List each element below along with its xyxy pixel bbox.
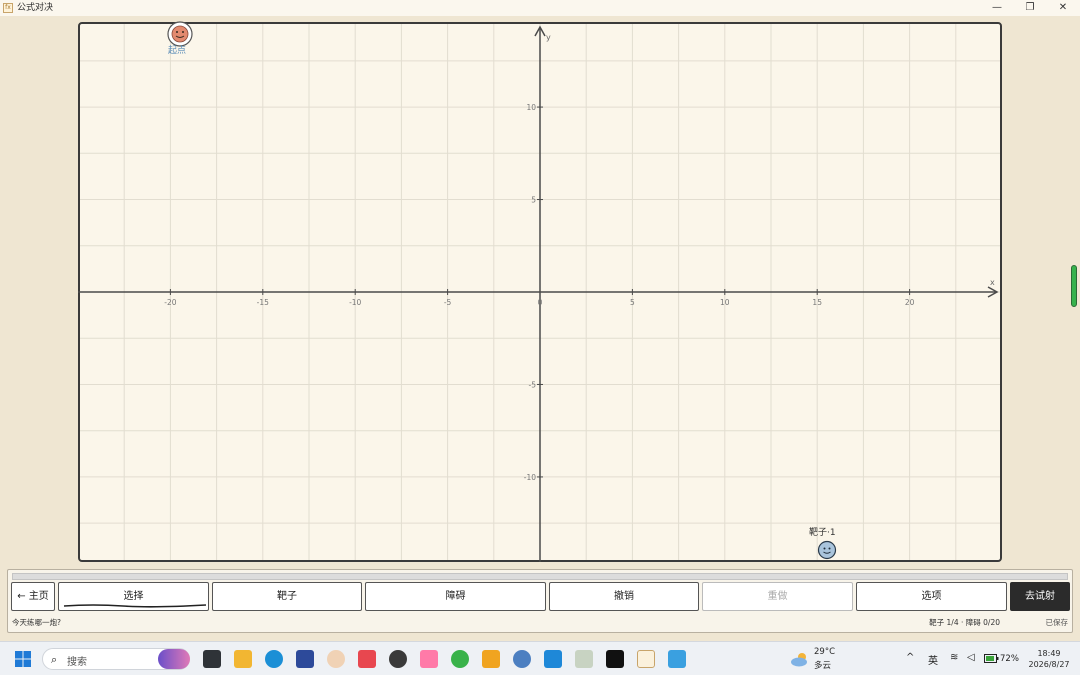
x-tick-label: 0: [538, 298, 543, 307]
obstacle-tool-button[interactable]: 障碍: [365, 582, 546, 611]
clock-time: 18:49: [1037, 649, 1061, 658]
select-tool-label: 选择: [123, 591, 144, 602]
notepad-icon[interactable]: [668, 650, 686, 668]
x-tick-label: -15: [257, 298, 269, 307]
active-underline: [63, 604, 206, 608]
y-tick-label: 5: [531, 196, 536, 205]
options-button[interactable]: 选项: [856, 582, 1007, 611]
chevron-up-icon[interactable]: ^: [906, 652, 914, 663]
browser-e-icon[interactable]: [451, 650, 469, 668]
bilibili-icon[interactable]: [420, 650, 438, 668]
y-tick-label: -10: [524, 473, 536, 482]
search-placeholder: 搜索: [67, 657, 87, 668]
select-tool-button[interactable]: 选择: [58, 582, 209, 611]
x-tick-label: 20: [905, 298, 915, 307]
y-axis-label: y: [546, 33, 551, 42]
clock[interactable]: 18:49 2026/8/27: [1024, 648, 1074, 670]
window-title: 公式对决: [17, 3, 54, 13]
x-tick-label: 5: [630, 298, 635, 307]
vscode-icon[interactable]: [544, 650, 562, 668]
title-bar: fx 公式对决 — ❐ ✕: [0, 0, 1080, 16]
x-tick-label: -5: [444, 298, 452, 307]
board[interactable]: x y -20 -15 -10 -5 0 5 10 15 20 10 5 -5 -10: [78, 22, 1002, 562]
battery-percent: 72%: [1000, 654, 1019, 664]
formula-strip[interactable]: [12, 573, 1068, 580]
side-scroll-handle[interactable]: [1071, 265, 1077, 307]
undo-button[interactable]: 撤销: [549, 582, 699, 611]
widgets-search-art-icon[interactable]: [158, 649, 190, 669]
start-icon[interactable]: [14, 650, 32, 668]
avatar-app-icon[interactable]: [327, 650, 345, 668]
minimize-icon[interactable]: —: [980, 0, 1014, 16]
dev-app-icon[interactable]: [296, 650, 314, 668]
pinned-app-icon[interactable]: [389, 650, 407, 668]
clock-date: 2026/8/27: [1028, 660, 1070, 669]
y-tick-label: -5: [529, 380, 537, 389]
speaker-icon[interactable]: ◁: [967, 652, 975, 663]
hint-text: 今天练哪一炮?: [12, 618, 61, 627]
f-app-icon[interactable]: [358, 650, 376, 668]
home-button[interactable]: ← 主页: [11, 582, 55, 611]
target-label: 靶子·1: [809, 528, 836, 538]
wifi-icon[interactable]: ≋: [950, 652, 958, 663]
cloudy-icon: [791, 653, 807, 667]
notes-app-icon[interactable]: [482, 650, 500, 668]
target-marker[interactable]: [817, 540, 837, 560]
task-view-icon[interactable]: [203, 650, 221, 668]
close-icon[interactable]: ✕: [1046, 0, 1080, 16]
coordinate-plane[interactable]: x y -20 -15 -10 -5 0 5 10 15 20 10 5 -5 -10: [78, 22, 1002, 562]
weather-temp: 29°C: [814, 647, 836, 657]
object-counts: 靶子 1/4 · 障碍 0/20: [929, 618, 1000, 627]
file-explorer-icon[interactable]: [234, 650, 252, 668]
start-label: 起点: [168, 46, 187, 56]
save-status: 已保存: [1045, 618, 1069, 627]
fx-app-icon[interactable]: [637, 650, 655, 668]
ime-indicator[interactable]: 英: [928, 652, 938, 667]
restore-icon[interactable]: ❐: [1013, 0, 1047, 16]
control-panel: ← 主页 选择 靶子 障碍 撤销 重做 选项 去试射 今天练哪一炮? 靶子 1/…: [7, 569, 1073, 633]
y-tick-label: 10: [526, 103, 536, 112]
x-tick-label: 15: [812, 298, 822, 307]
x-axis-label: x: [990, 278, 995, 287]
godot-icon[interactable]: [513, 650, 531, 668]
top-app-icon[interactable]: [606, 650, 624, 668]
search-icon: ⌕: [51, 653, 58, 666]
fire-button[interactable]: 去试射: [1010, 582, 1070, 611]
x-tick-label: 10: [720, 298, 730, 307]
target-tool-button[interactable]: 靶子: [212, 582, 362, 611]
x-tick-label: -20: [164, 298, 176, 307]
app-fx-icon: fx: [3, 3, 13, 13]
redo-button[interactable]: 重做: [702, 582, 853, 611]
weather-condition: 多云: [814, 661, 832, 671]
edge-browser-icon[interactable]: [265, 650, 283, 668]
x-tick-label: -10: [349, 298, 361, 307]
game-app-icon[interactable]: [575, 650, 593, 668]
battery-icon[interactable]: [984, 654, 999, 663]
taskbar: ⌕ 搜索 29°C 多云 ^ 英 ≋ ◁ 72% 18:49 2026/8/27: [0, 641, 1080, 675]
